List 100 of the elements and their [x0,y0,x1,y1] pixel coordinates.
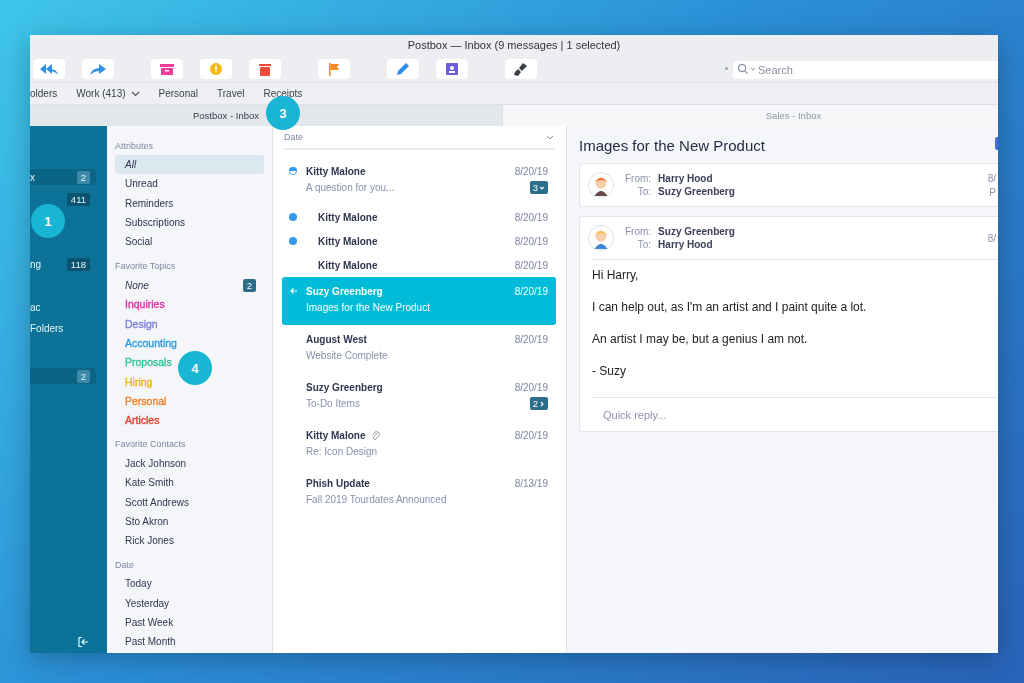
topic-label: Hiring [125,375,153,388]
filter-item[interactable]: Scott Andrews [115,492,197,512]
brush-button[interactable] [505,58,537,79]
chevron-right-icon [539,400,545,407]
filter-item[interactable]: Today [115,574,160,594]
filter-item[interactable]: Kate Smith [115,473,182,493]
filter-item[interactable]: Unread [115,174,166,194]
filter-item[interactable]: None 2 [115,275,264,295]
reply-all-button[interactable] [33,58,65,79]
filter-item[interactable]: Social [115,232,161,252]
message-subject-heading: Images for the New Product [579,136,765,154]
trash-button[interactable] [249,58,281,79]
forward-button[interactable] [82,58,114,79]
chevron-down-icon [546,134,554,140]
message-row[interactable]: Phish Update 8/13/19 Fall 2019 Tourdates Announced [282,469,556,517]
folder-item[interactable]: x 2 [30,169,96,185]
folder-name: Folders [30,322,64,334]
favorite-folder[interactable]: Personal [158,88,198,99]
favorite-folder[interactable]: olders [30,88,58,99]
folder-item[interactable]: 411 [30,191,96,207]
filter-item[interactable]: Rick Jones [115,531,182,551]
favorite-folder[interactable]: Work (413) [76,88,126,99]
sender-name: Suzy Greenberg [306,381,383,393]
search-field[interactable]: Search [733,60,998,79]
sender-name: Kitty Malone [306,165,366,177]
message-subject: A question for you... [306,182,395,193]
filter-item[interactable]: Articles [115,410,168,430]
chevron-down-icon [539,184,545,191]
count-badge: 411 [66,192,90,206]
contact-card-button[interactable] [436,58,468,79]
topic-label: Design [125,317,158,330]
pencil-button[interactable] [387,58,419,79]
field-label: From: [625,173,652,184]
body-paragraph: Hi Harry, [592,268,640,283]
topic-label: Proposals [125,356,172,369]
message-date: 8/20/19 [514,333,548,345]
folder-item[interactable]: ng 118 [30,256,96,272]
topic-label: Articles [125,414,160,427]
favorite-folder[interactable]: Travel [217,88,245,99]
topic-label: Accounting [125,337,177,349]
folder-item[interactable]: ac [30,299,96,315]
sort-label[interactable]: Date [284,132,303,142]
message-row[interactable]: Kitty Malone 8/20/19 [282,205,556,229]
message-row[interactable]: August West 8/20/19 Website Complete [282,325,556,373]
field-label: From: [625,226,652,237]
flag-button[interactable] [318,58,350,79]
thread-count-badge[interactable]: 3 [529,181,548,194]
message-subject: Re: Icon Design [306,446,378,457]
filter-item[interactable]: All [115,155,264,175]
message-row[interactable]: Kitty Malone 8/20/19 [282,253,556,277]
filter-item[interactable]: Subscriptions [115,212,194,233]
filter-item[interactable]: Reminders [115,193,182,213]
field-label: To: [636,186,652,197]
filter-item[interactable]: Yesterday [115,593,178,613]
body-paragraph: - Suzy [592,364,627,379]
filter-item[interactable]: Jack Johnson [115,453,195,474]
folder-item[interactable]: Folders [30,320,96,336]
sender-name: Suzy Greenberg [306,285,383,297]
sender-name: Kitty Malone [318,211,378,223]
recipient-name: Harry Hood [658,239,714,250]
section-heading: Favorite Contacts [115,438,187,452]
filter-item[interactable]: Inquiries [115,294,173,315]
window-title: Postbox — Inbox (9 messages | 1 selected) [407,39,621,51]
message-subject: Fall 2019 Tourdates Announced [306,494,447,505]
folder-name: x [30,171,35,183]
filter-item[interactable]: Sto Akron [115,511,177,532]
message-row[interactable]: Suzy Greenberg 8/20/19 To-Do Items 2 [282,373,556,421]
message-row[interactable]: Kitty Malone 8/20/19 [282,229,556,253]
sender-name: Kitty Malone [318,259,378,271]
toolbar-button[interactable] [995,137,998,150]
warning-button[interactable] [200,58,232,79]
topic-label: Personal [125,394,167,407]
favorite-folder[interactable]: Receipts [263,88,303,99]
thread-count-badge[interactable]: 2 [529,397,548,410]
sender-name: Suzy Greenberg [658,226,735,237]
sign-out-icon [77,636,89,648]
section-heading: Attributes [115,139,155,153]
message-row[interactable]: Kitty Malone 8/20/19 A question for you... 3 [282,157,556,205]
filter-item[interactable]: Past Week [115,612,182,633]
message-date: 8/20/19 [514,285,548,297]
search-icon [737,62,757,75]
message-subject: To-Do Items [306,398,360,409]
count-badge: 118 [66,257,90,271]
field-label: To: [636,239,652,250]
message-date: 8/20/19 [514,235,548,247]
topic-label: Inquiries [125,298,165,311]
message-date: 8/ [987,232,996,244]
message-row[interactable]: Kitty Malone 8/20/19 Re: Icon Design [282,421,556,469]
message-date: 8/20/19 [514,165,548,177]
filter-item[interactable]: Past Month [115,632,184,652]
folder-item[interactable]: 2 [30,368,96,384]
message-subject: Images for the New Product [306,302,430,313]
message-date: 8/20/19 [514,381,548,393]
filter-item[interactable]: Design [115,314,166,334]
sender-name: Phish Update [306,477,370,489]
archive-button[interactable] [151,58,183,79]
body-paragraph: An artist I may be, but a genius I am not. [592,332,809,347]
message-subject: Website Complete [306,350,388,361]
message-date: 8/13/19 [514,477,548,489]
person-avatar-icon [588,225,614,251]
